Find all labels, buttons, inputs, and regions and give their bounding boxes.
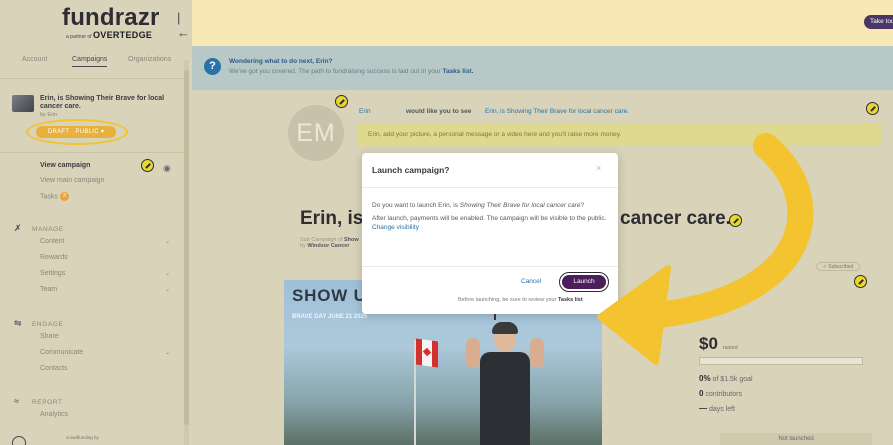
eye-icon[interactable]: ◉ xyxy=(163,163,171,174)
cancel-button[interactable]: Cancel xyxy=(521,278,541,285)
page-title-end: cancer care. xyxy=(620,208,731,229)
help-banner-text: We've got you covered. The path to fundr… xyxy=(229,68,474,75)
edit-pencil-icon[interactable] xyxy=(335,95,348,108)
close-icon[interactable]: × xyxy=(596,163,601,173)
edit-pencil-icon[interactable] xyxy=(729,214,742,227)
share-message: Erin would like you to see Erin, is Show… xyxy=(350,103,883,121)
sidebar-item-contacts[interactable]: Contacts xyxy=(40,365,68,372)
avatar[interactable]: EM xyxy=(288,105,344,161)
sidebar-scrollbar-thumb[interactable] xyxy=(184,70,189,425)
dialog-body: Do you want to launch Erin, is Showing T… xyxy=(372,201,608,236)
dialog-title: Launch campaign? xyxy=(372,165,450,175)
hero-date: BRAVE DAY JUNE 21 2025 xyxy=(292,314,368,320)
tools-icon: ✗ xyxy=(14,223,23,233)
sidebar-item-view-campaign[interactable]: View campaign xyxy=(40,162,90,169)
campaign-title[interactable]: Erin, is Showing Their Brave for local c… xyxy=(40,95,180,111)
chevron-down-icon[interactable]: ⌄ xyxy=(165,238,170,245)
sidebar-divider xyxy=(0,152,190,153)
manage-section-heading: ✗ MANAGE xyxy=(14,223,64,233)
sidebar-tabs: Account Campaigns Organizations xyxy=(0,56,190,70)
organization-link[interactable]: Windsor Cancer xyxy=(307,243,349,249)
status-highlight-ring xyxy=(26,119,128,145)
fundrazr-logo[interactable]: fundrazr a partner of OVERTEDGE xyxy=(62,4,180,44)
sidebar-item-label: Tasks xyxy=(40,193,58,201)
not-launched-status: Not launched xyxy=(720,433,872,445)
edit-pencil-icon[interactable] xyxy=(866,102,879,115)
sidebar-item-communicate[interactable]: Communicate xyxy=(40,349,83,356)
climber-photo xyxy=(466,318,544,445)
subscribed-badge[interactable]: ✓ Subscribed xyxy=(816,262,860,271)
sidebar-item-share[interactable]: Share xyxy=(40,333,59,340)
campaign-thumbnail xyxy=(12,95,34,112)
owner-name-link[interactable]: Erin xyxy=(359,108,371,115)
canada-flag xyxy=(416,338,438,368)
question-icon: ? xyxy=(204,58,221,75)
sidebar-item-team[interactable]: Team xyxy=(40,286,57,293)
personal-message-tip[interactable]: Erin, add your picture, a personal messa… xyxy=(358,123,882,146)
take-tour-button[interactable]: Take tour xyxy=(864,15,893,29)
collapse-sidebar-icon[interactable]: |← xyxy=(177,10,192,40)
dialog-note: Before launching, be sure to review your… xyxy=(458,297,583,303)
dialog-question: Do you want to launch Erin, is Showing T… xyxy=(372,202,585,209)
fundraising-stats: $0 raised 0% of $1.5k goal 0 contributor… xyxy=(612,280,872,445)
sidebar-item-analytics[interactable]: Analytics xyxy=(40,411,68,418)
edit-pencil-icon[interactable] xyxy=(141,159,154,172)
footer-credit: crowdfunding by xyxy=(66,435,99,440)
dialog-divider xyxy=(362,266,618,267)
change-visibility-link[interactable]: Change visibility xyxy=(372,224,419,231)
raised-amount: $0 raised xyxy=(699,334,738,353)
chevron-down-icon[interactable]: ⌄ xyxy=(165,286,170,293)
chevron-down-icon[interactable]: ⌄ xyxy=(165,270,170,277)
dialog-info: After launch, payments will be enabled. … xyxy=(372,215,607,231)
top-bar: Take tour xyxy=(192,0,893,46)
sidebar-item-content[interactable]: Content xyxy=(40,238,65,245)
help-circle-icon[interactable] xyxy=(12,436,26,445)
tasks-list-link[interactable]: Tasks list xyxy=(558,297,583,303)
chart-icon: ≈ xyxy=(14,396,20,406)
launch-campaign-dialog: Launch campaign? × Do you want to launch… xyxy=(362,153,618,314)
campaign-owner: by Erin xyxy=(40,112,58,118)
sidebar-footer: crowdfunding by xyxy=(0,432,190,445)
logo-partner-line: a partner of OVERTEDGE xyxy=(66,30,153,40)
goal-percent: 0% of $1.5k goal xyxy=(699,374,753,383)
logo-wordmark: fundrazr xyxy=(62,4,160,31)
help-banner-title: Wondering what to do next, Erin? xyxy=(229,58,333,65)
launch-button[interactable]: Launch xyxy=(562,275,606,289)
sidebar-item-view-main-campaign[interactable]: View main campaign xyxy=(40,177,104,184)
tab-campaigns[interactable]: Campaigns xyxy=(72,56,108,67)
goal-progress-bar xyxy=(699,357,863,365)
sidebar: fundrazr a partner of OVERTEDGE |← Accou… xyxy=(0,0,192,445)
days-left: — days left xyxy=(699,404,736,413)
chevron-down-icon[interactable]: ⌄ xyxy=(165,349,170,356)
campaign-byline: Sub Campaign of Show by Windsor Cancer xyxy=(300,237,359,249)
campaign-link[interactable]: Erin, is Showing Their Brave for local c… xyxy=(485,108,629,115)
contributors-count: 0 contributors xyxy=(699,389,742,398)
tasks-list-link[interactable]: Tasks list. xyxy=(442,68,473,75)
help-banner: ? Wondering what to do next, Erin? We've… xyxy=(192,46,893,90)
share-prefix: would like you to see xyxy=(406,108,472,115)
dialog-divider xyxy=(362,187,618,188)
sliders-icon: ⇋ xyxy=(14,318,23,328)
tab-organizations[interactable]: Organizations xyxy=(128,56,171,63)
sidebar-item-rewards[interactable]: Rewards xyxy=(40,254,68,261)
sidebar-divider xyxy=(0,78,190,79)
engage-section-heading: ⇋ ENGAGE xyxy=(14,318,64,328)
tab-account[interactable]: Account xyxy=(22,56,47,63)
sidebar-item-settings[interactable]: Settings xyxy=(40,270,65,277)
report-section-heading: ≈ REPORT xyxy=(14,396,63,406)
tasks-count-badge: 3 xyxy=(59,192,69,201)
sidebar-item-tasks[interactable]: Tasks 3 xyxy=(40,192,69,201)
